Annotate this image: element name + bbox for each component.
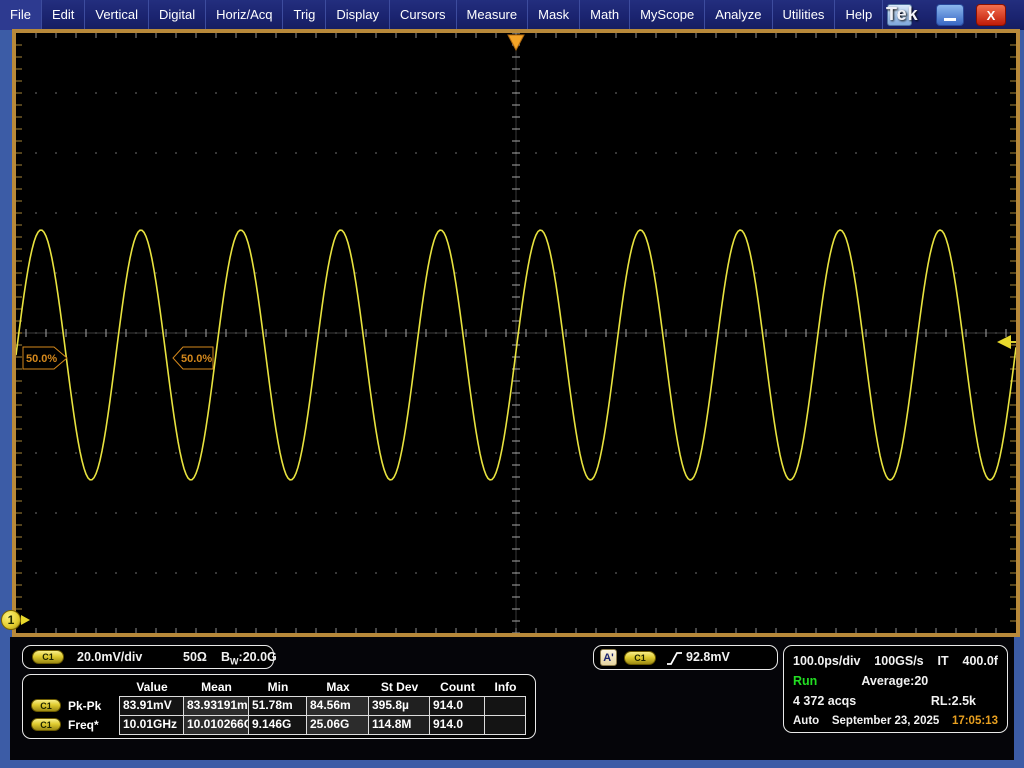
trigger-mode: Auto — [793, 715, 819, 727]
svg-text:50.0%: 50.0% — [26, 353, 57, 365]
menu-item-display[interactable]: Display — [326, 0, 390, 30]
measurement-header: Max — [307, 677, 369, 696]
bandwidth: BW:20.0G — [221, 650, 277, 667]
measurement-cell: 84.56m — [306, 696, 369, 716]
menu-item-utilities[interactable]: Utilities — [773, 0, 836, 30]
graticule: 50.0% 50.0% — [16, 33, 1016, 633]
tek-logo: Tek — [886, 4, 919, 25]
timebase: 100.0ps/div — [793, 654, 860, 668]
measurement-cell: 395.8µ — [368, 696, 430, 716]
measurement-header: Count — [430, 677, 485, 696]
horizontal-acquisition-readout[interactable]: 100.0ps/div 100GS/s IT 400.0f Run Averag… — [783, 645, 1008, 733]
minimize-button[interactable] — [936, 4, 964, 26]
average-count: Average:20 — [861, 674, 928, 688]
channel1-badge: 1 — [1, 610, 21, 630]
channel1-ground-marker[interactable]: 1 — [1, 610, 33, 632]
menu-items: FileEditVerticalDigitalHoriz/AcqTrigDisp… — [0, 0, 883, 30]
channel-badge: C1 — [32, 650, 64, 664]
vertical-scale: 20.0mV/div — [77, 650, 142, 664]
measurement-cell: 914.0 — [429, 715, 485, 735]
measurement-header: Info — [485, 677, 526, 696]
measurement-cell — [484, 696, 526, 716]
menu-item-analyze[interactable]: Analyze — [705, 0, 772, 30]
measurement-header: St Dev — [369, 677, 430, 696]
menu-item-help[interactable]: Help — [835, 0, 883, 30]
ref-level-marker-left[interactable]: 50.0% — [23, 347, 67, 369]
clock-time: 17:05:13 — [952, 715, 998, 727]
measurement-cell: 114.8M — [368, 715, 430, 735]
measurement-cell: 83.91mV — [119, 696, 184, 716]
record-length: RL:2.5k — [931, 694, 976, 708]
channel1-arrow-icon — [21, 615, 30, 625]
menu-item-trig[interactable]: Trig — [283, 0, 326, 30]
graticule-center-lines — [16, 33, 1016, 633]
menu-bar: FileEditVerticalDigitalHoriz/AcqTrigDisp… — [0, 0, 1024, 30]
measurement-cell: 914.0 — [429, 696, 485, 716]
rising-edge-icon — [666, 650, 683, 667]
measurement-cell: 51.78m — [248, 696, 307, 716]
measurement-table[interactable]: ValueMeanMinMaxSt DevCountInfo C1 Pk-Pk 83.… — [22, 674, 536, 739]
menu-item-horiz-acq[interactable]: Horiz/Acq — [206, 0, 283, 30]
date: September 23, 2025 — [832, 715, 939, 727]
ref-level-marker-right[interactable]: 50.0% — [173, 347, 213, 369]
menu-item-mask[interactable]: Mask — [528, 0, 580, 30]
channel-readout[interactable]: C1 20.0mV/div 50Ω BW:20.0G — [22, 645, 274, 669]
measurement-cell: 10.01GHz — [119, 715, 184, 735]
menu-item-file[interactable]: File — [0, 0, 42, 30]
measurement-row-label: C1 Pk-Pk — [24, 696, 120, 715]
menu-item-edit[interactable]: Edit — [42, 0, 85, 30]
sample-rate: 100GS/s — [874, 654, 923, 668]
trigger-readout[interactable]: A' C1 92.8mV — [593, 645, 778, 670]
measurement-cell: 10.010266G — [183, 715, 249, 735]
trigger-source-badge: A' — [600, 649, 617, 666]
trigger-channel-badge: C1 — [624, 651, 656, 665]
menu-item-measure[interactable]: Measure — [457, 0, 529, 30]
resolution: 400.0f — [963, 654, 998, 668]
termination: 50Ω — [183, 650, 207, 664]
measurement-header: Value — [120, 677, 184, 696]
measurement-cell: 83.93191m — [183, 696, 249, 716]
waveform-display: 50.0% 50.0% — [12, 29, 1020, 637]
menu-item-vertical[interactable]: Vertical — [85, 0, 149, 30]
trigger-level-marker[interactable] — [997, 335, 1016, 349]
menu-item-myscope[interactable]: MyScope — [630, 0, 705, 30]
measurement-grid: ValueMeanMinMaxSt DevCountInfo C1 Pk-Pk 83.… — [24, 677, 535, 734]
sampling-mode: IT — [938, 654, 949, 668]
channel-badge: C1 — [31, 718, 61, 731]
menu-item-digital[interactable]: Digital — [149, 0, 206, 30]
readout-panel: C1 20.0mV/div 50Ω BW:20.0G A' C1 92.8mV … — [10, 637, 1014, 760]
measurement-header: Mean — [184, 677, 249, 696]
measurement-cell: 9.146G — [248, 715, 307, 735]
run-state: Run — [793, 674, 817, 688]
measurement-header: Min — [249, 677, 307, 696]
menu-item-math[interactable]: Math — [580, 0, 630, 30]
acquisition-count: 4 372 acqs — [793, 694, 856, 708]
trigger-position-marker[interactable] — [508, 35, 524, 50]
measurement-row-label: C1 Freq* — [24, 715, 120, 734]
measurement-cell — [484, 715, 526, 735]
menu-item-cursors[interactable]: Cursors — [390, 0, 457, 30]
measurement-name: Pk-Pk — [68, 699, 101, 713]
trigger-level: 92.8mV — [686, 650, 730, 664]
close-button[interactable]: X — [976, 4, 1006, 26]
measurement-name: Freq* — [68, 718, 99, 732]
measurement-cell: 25.06G — [306, 715, 369, 735]
channel-badge: C1 — [31, 699, 61, 712]
svg-text:50.0%: 50.0% — [181, 353, 212, 365]
minimize-icon — [944, 18, 956, 21]
